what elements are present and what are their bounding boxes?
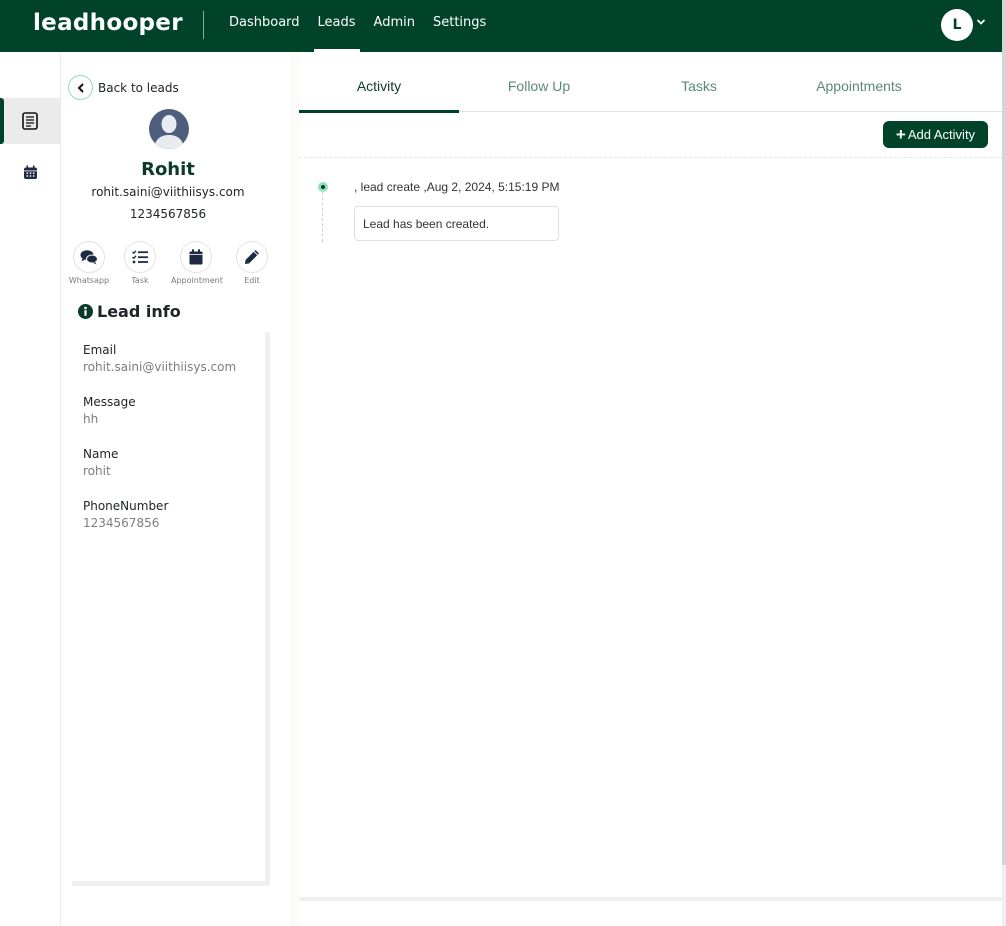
lead-email: rohit.saini@viithiisys.com xyxy=(91,185,245,199)
info-icon xyxy=(78,304,93,319)
back-to-leads-link[interactable]: Back to leads xyxy=(68,75,179,100)
tab-appointments[interactable]: Appointments xyxy=(779,55,939,112)
field-value: hh xyxy=(83,412,99,426)
task-label: Task xyxy=(131,276,149,285)
edit-action[interactable]: Edit xyxy=(227,241,277,285)
edit-label: Edit xyxy=(244,276,260,285)
lead-avatar xyxy=(149,109,189,149)
add-activity-label: Add Activity xyxy=(907,127,976,142)
nav-admin[interactable]: Admin xyxy=(365,0,424,52)
info-field-message: Message hh xyxy=(83,394,136,428)
lead-profile-panel: Back to leads Rohit rohit.saini@viithiis… xyxy=(62,52,290,926)
tab-tasks[interactable]: Tasks xyxy=(619,55,779,112)
appointment-label: Appointment xyxy=(171,276,223,285)
panel-divider xyxy=(290,52,299,926)
chevron-down-icon[interactable] xyxy=(976,17,986,27)
lead-name: Rohit xyxy=(141,159,195,180)
back-to-leads-label: Back to leads xyxy=(98,80,179,95)
pencil-icon xyxy=(245,250,259,264)
add-activity-button[interactable]: + Add Activity xyxy=(883,121,988,148)
document-icon xyxy=(22,112,38,130)
field-label: PhoneNumber xyxy=(83,499,169,513)
lead-info-heading: Lead info xyxy=(78,302,181,321)
whatsapp-button[interactable] xyxy=(73,241,105,273)
divider xyxy=(299,157,1002,158)
side-rail xyxy=(0,52,61,926)
lead-info-box: Email rohit.saini@viithiisys.com Message… xyxy=(72,332,270,886)
tab-activity[interactable]: Activity xyxy=(299,55,459,113)
info-field-phone: PhoneNumber 1234567856 xyxy=(83,498,168,532)
task-list-icon xyxy=(132,250,148,264)
field-label: Name xyxy=(83,447,119,461)
rail-item-calendar[interactable] xyxy=(0,149,60,195)
activity-message: Lead has been created. xyxy=(354,206,559,241)
calendar-icon xyxy=(23,165,37,179)
lead-info-title: Lead info xyxy=(97,302,181,321)
timeline-dot xyxy=(318,182,328,192)
field-label: Email xyxy=(83,343,117,357)
task-button[interactable] xyxy=(124,241,156,273)
chat-icon xyxy=(80,250,98,265)
lead-tabs: Activity Follow Up Tasks Appointments xyxy=(299,55,1002,113)
field-value: rohit xyxy=(83,464,111,478)
vertical-scrollbar[interactable] xyxy=(1002,0,1006,926)
main-nav: Dashboard Leads Admin Settings xyxy=(220,0,495,52)
lead-phone: 1234567856 xyxy=(129,207,207,221)
timeline-line xyxy=(322,192,323,242)
appointment-action[interactable]: Appointment xyxy=(171,241,223,285)
appointment-button[interactable] xyxy=(180,241,212,273)
info-field-email: Email rohit.saini@viithiisys.com xyxy=(83,342,236,376)
nav-dashboard[interactable]: Dashboard xyxy=(220,0,309,52)
scrollbar-thumb[interactable] xyxy=(1002,0,1006,865)
info-field-name: Name rohit xyxy=(83,446,118,480)
edit-button[interactable] xyxy=(236,241,268,273)
activity-panel: Activity Follow Up Tasks Appointments + … xyxy=(299,55,1002,905)
user-silhouette-icon xyxy=(154,115,184,149)
activity-header: , lead create ,Aug 2, 2024, 5:15:19 PM xyxy=(354,180,560,194)
app-logo[interactable]: leadhooper xyxy=(33,10,183,36)
task-action[interactable]: Task xyxy=(115,241,165,285)
calendar-icon xyxy=(189,249,203,265)
whatsapp-label: Whatsapp xyxy=(68,276,110,285)
nav-settings[interactable]: Settings xyxy=(424,0,495,52)
rail-item-leads[interactable] xyxy=(0,98,60,144)
top-navbar: leadhooper Dashboard Leads Admin Setting… xyxy=(0,0,1002,52)
quick-actions: Whatsapp Task Appointment Edit xyxy=(62,241,280,285)
whatsapp-action[interactable]: Whatsapp xyxy=(64,241,114,285)
user-avatar[interactable]: L xyxy=(941,9,973,41)
field-value: 1234567856 xyxy=(83,516,160,530)
nav-leads[interactable]: Leads xyxy=(309,0,365,52)
horizontal-scrollbar[interactable] xyxy=(299,897,1002,901)
back-button[interactable] xyxy=(68,75,93,100)
logo-divider xyxy=(203,11,204,39)
tab-follow-up[interactable]: Follow Up xyxy=(459,55,619,112)
field-value: rohit.saini@viithiisys.com xyxy=(83,360,237,374)
field-label: Message xyxy=(83,395,136,409)
plus-icon: + xyxy=(895,125,906,144)
chevron-left-icon xyxy=(77,82,84,93)
